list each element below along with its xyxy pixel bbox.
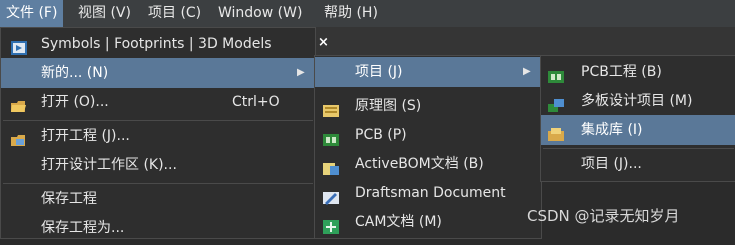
menu-item-label: PCB工程 (B) [581,64,662,80]
menu-item-draftsman[interactable]: Draftsman Document [315,178,541,208]
integrated-library-icon [548,123,564,141]
draftsman-icon [323,186,339,205]
menu-item-activebom[interactable]: ActiveBOM文档 (B) [315,149,541,179]
menu-item-open-workspace[interactable]: 打开设计工作区 (K)... [1,150,315,180]
file-menu: Symbols | Footprints | 3D Models 新的... (… [0,27,316,239]
menu-item-multiboard-project[interactable]: 多板设计项目 (M) [541,86,735,116]
new-submenu: 项目 (J) ▶ 原理图 (S) PCB (P) ActiveBOM文档 (B)… [314,55,542,239]
menu-item-save-project-as[interactable]: 保存工程为... [1,213,315,243]
menu-item-label: 新的... (N) [41,65,109,81]
menu-item-integrated-library[interactable]: 集成库 (I) [541,115,735,145]
open-project-icon [11,129,27,146]
menu-item-label: 保存工程为... [41,220,125,236]
menu-window[interactable]: Window (W) [212,0,308,27]
pcb-project-icon [548,65,564,83]
menu-bar: 文件 (F) 视图 (V) 项目 (C) Window (W) 帮助 (H) [0,0,735,27]
menu-item-pcb-project[interactable]: PCB工程 (B) [541,57,735,87]
activebom-icon [323,157,339,175]
menu-item-save-project[interactable]: 保存工程 [1,184,315,214]
menu-item-open[interactable]: 打开 (O)... Ctrl+O [1,87,315,117]
watermark: CSDN @记录无知岁月 [527,207,680,225]
menu-item-schematic[interactable]: 原理图 (S) [315,91,541,121]
menu-help[interactable]: 帮助 (H) [318,0,384,27]
project-submenu: PCB工程 (B) 多板设计项目 (M) 集成库 (I) 项目 (J)... [540,55,735,182]
menu-item-label: PCB (P) [355,127,407,143]
menu-item-open-project[interactable]: 打开工程 (J)... [1,121,315,151]
cam-icon [323,215,339,234]
submenu-arrow-icon: ▶ [523,66,531,77]
schematic-icon [323,99,339,117]
menu-item-new-project[interactable]: 项目 (J) ▶ [315,57,541,87]
menu-item-label: 原理图 (S) [355,98,422,114]
menu-item-pcb[interactable]: PCB (P) [315,120,541,150]
menu-item-new[interactable]: 新的... (N) ▶ [1,58,315,88]
menu-item-label: 项目 (J) [355,64,403,80]
menu-item-label: Draftsman Document [355,185,506,201]
tab-close-icon[interactable]: × [318,35,329,50]
menu-view[interactable]: 视图 (V) [72,0,137,27]
menu-item-label: 打开设计工作区 (K)... [41,157,177,173]
menu-project[interactable]: 项目 (C) [142,0,207,27]
menu-item-components[interactable]: Symbols | Footprints | 3D Models [1,29,315,59]
menu-file[interactable]: 文件 (F) [0,0,64,27]
components-panel-icon [11,36,27,55]
shortcut-label: Ctrl+O [232,94,280,110]
folder-open-icon [11,95,27,112]
menu-item-label: 打开 (O)... [41,94,109,110]
submenu-arrow-icon: ▶ [297,67,305,78]
menu-item-label: 打开工程 (J)... [41,128,130,144]
menu-item-label: ActiveBOM文档 (B) [355,156,484,172]
pcb-icon [323,128,339,146]
menu-item-label: 保存工程 [41,191,97,207]
menu-item-label: 项目 (J)... [581,156,642,172]
menu-item-label: CAM文档 (M) [355,214,442,230]
menu-item-cam[interactable]: CAM文档 (M) [315,207,541,237]
menu-item-label: Symbols | Footprints | 3D Models [41,36,272,52]
multiboard-project-icon [548,94,564,112]
menu-item-label: 多板设计项目 (M) [581,93,693,109]
menu-item-label: 集成库 (I) [581,122,643,138]
menu-item-project-dialog[interactable]: 项目 (J)... [541,149,735,179]
